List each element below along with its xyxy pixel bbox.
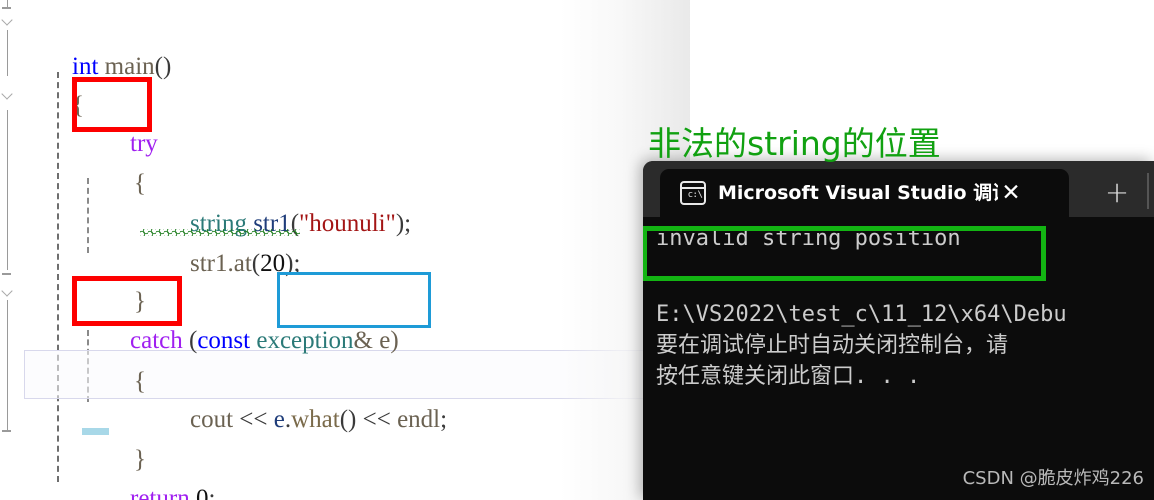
code-text[interactable]: int main() { try { string str1("hounuli"… (0, 0, 690, 500)
annotation-box-try (72, 77, 152, 132)
code-line-try-close: } (134, 288, 146, 315)
collapse-marker[interactable] (82, 428, 109, 435)
titlebar-divider (1147, 173, 1149, 209)
annotation-box-exception (277, 272, 431, 328)
console-hint-line-1: 要在调试停止时自动关闭控制台，请 (656, 333, 1009, 358)
console-hint-line-2: 按任意键关闭此窗口. . . (656, 364, 921, 389)
callout-green-label: 非法的string的位置 (648, 124, 941, 163)
code-line-main: int main() (72, 53, 172, 80)
error-squiggle (140, 229, 300, 236)
annotation-box-error (643, 226, 1046, 281)
console-path-line: E:\VS2022\test_c\11_12\x64\Debu (656, 302, 1067, 327)
code-line-end-brace: } (22, 472, 84, 500)
code-editor[interactable]: int main() { try { string str1("hounuli"… (0, 0, 690, 500)
console-window[interactable]: c:\ Microsoft Visual Studio 调试控 ✕ + inva… (643, 161, 1154, 500)
screenshot-root: int main() { try { string str1("hounuli"… (0, 0, 1154, 500)
close-icon[interactable]: ✕ (997, 179, 1025, 207)
code-line-catch-brace: { (134, 368, 146, 395)
cmd-prompt-icon: c:\ (680, 181, 706, 205)
code-line-string-decl: string str1("hounuli"); (190, 210, 412, 237)
annotation-box-catch (72, 276, 182, 326)
code-line-at-call: str1.at(20); (190, 250, 301, 277)
console-tab-title: Microsoft Visual Studio 调试控 (718, 182, 998, 204)
code-line-cout: cout << e.what() << endl; (190, 406, 448, 433)
code-line-return: return 0; (130, 485, 216, 500)
new-tab-button[interactable]: + (1101, 176, 1133, 208)
csdn-watermark: CSDN @脆皮炸鸡226 (962, 468, 1144, 489)
console-titlebar[interactable]: c:\ Microsoft Visual Studio 调试控 ✕ + (643, 161, 1154, 217)
console-tab[interactable]: c:\ Microsoft Visual Studio 调试控 ✕ (660, 169, 1069, 217)
